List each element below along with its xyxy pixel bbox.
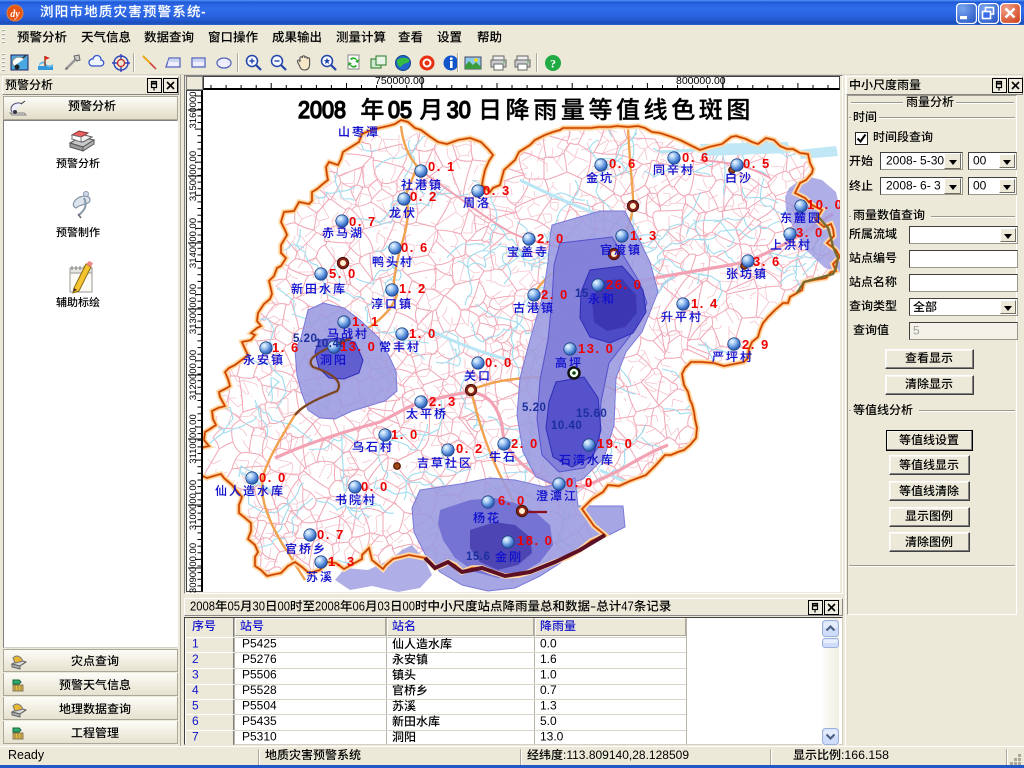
svg-text:dy: dy [10, 9, 20, 20]
